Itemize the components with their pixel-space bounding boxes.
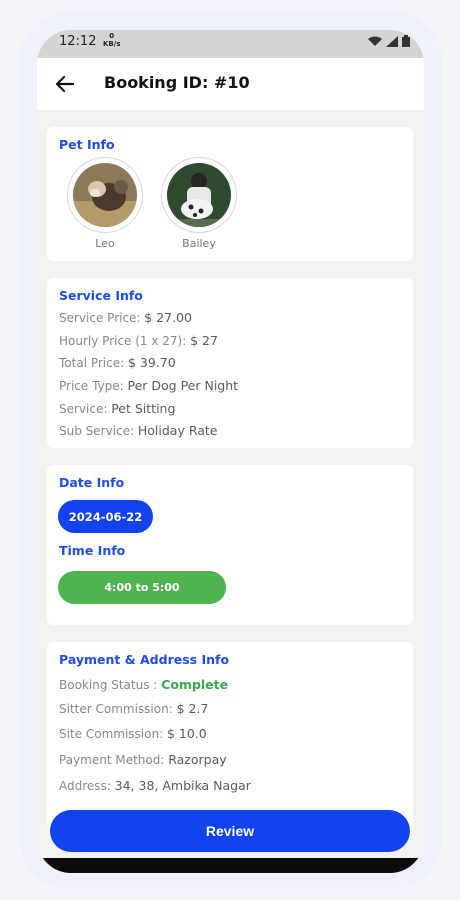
phone-screen: 12:12 0 KB/s Booking ID: #10 Pet Info Le… [37,30,424,873]
service-row: Service: Pet Sitting [59,401,175,416]
site-commission-row: Site Commission: $ 10.0 [59,726,207,741]
service-info-title: Service Info [59,288,143,303]
back-button[interactable] [53,72,77,96]
row-value: 34, 38, Ambika Nagar [114,778,251,793]
total-price-row: Total Price: $ 39.70 [59,355,176,370]
row-value: $ 27.00 [144,310,193,325]
payment-info-title: Payment & Address Info [59,652,230,667]
page-title: Booking ID: #10 [104,73,250,92]
booking-status-row: Booking Status : Complete [59,677,228,692]
network-speed-value: 0 [109,32,115,40]
row-value: Razorpay [168,752,227,767]
address-row: Address: 34, 38, Ambika Nagar [59,778,251,793]
date-info-title: Date Info [59,475,125,490]
pet-info-title: Pet Info [59,137,115,152]
row-label: Price Type: [59,379,128,393]
wifi-icon [368,36,382,46]
sub-service-row: Sub Service: Holiday Rate [59,423,218,438]
date-info-card: Date Info 2024-06-22 Time Info 4:00 to 5… [47,465,413,625]
pet-photo-bailey [167,163,231,227]
row-label: Sub Service: [59,424,138,438]
status-icons [368,35,410,47]
pet-info-card: Pet Info Leo Bailey [47,127,413,261]
row-label: Service Price: [59,311,145,325]
system-nav-bar [37,858,424,873]
network-speed-unit: KB/s [103,40,121,48]
date-chip[interactable]: 2024-06-22 [58,500,153,533]
row-label: Address: [59,779,115,793]
status-time: 12:12 [59,34,97,49]
row-value: $ 2.7 [176,701,209,716]
row-label: Booking Status : [59,678,162,692]
status-value: Complete [161,677,229,692]
service-price-row: Service Price: $ 27.00 [59,310,192,325]
booking-details: Pet Info Leo Bailey Service Info Service… [37,110,424,830]
row-label: Payment Method: [59,753,169,767]
app-bar: Booking ID: #10 [37,58,424,110]
row-label: Total Price: [59,356,128,370]
row-label: Service: [59,402,112,416]
pet-name: Bailey [182,237,216,250]
row-value: $ 27 [190,333,218,348]
row-label: Sitter Commission: [59,702,177,716]
review-button[interactable]: Review [50,810,410,852]
price-type-row: Price Type: Per Dog Per Night [59,378,238,393]
pet-avatar-ring [161,157,237,233]
payment-address-card: Payment & Address Info Booking Status : … [47,642,413,830]
sitter-commission-row: Sitter Commission: $ 2.7 [59,701,208,716]
row-value: Holiday Rate [137,423,218,438]
row-label: Site Commission: [59,727,167,741]
pet-photo-leo [73,163,137,227]
pet-item[interactable]: Leo [67,157,143,250]
hourly-price-row: Hourly Price (1 x 27): $ 27 [59,333,218,348]
row-value: Per Dog Per Night [127,378,239,393]
row-value: Pet Sitting [111,401,176,416]
row-value: $ 39.70 [127,355,176,370]
time-info-title: Time Info [59,543,126,558]
status-bar: 12:12 0 KB/s [37,30,424,58]
cellular-signal-icon [386,35,398,47]
pet-item[interactable]: Bailey [161,157,237,250]
pet-avatar-ring [67,157,143,233]
time-slot-chip[interactable]: 4:00 to 5:00 [58,571,226,604]
service-info-card: Service Info Service Price: $ 27.00 Hour… [47,278,413,448]
back-arrow-icon [55,75,75,93]
pet-name: Leo [95,237,115,250]
payment-method-row: Payment Method: Razorpay [59,752,227,767]
network-speed: 0 KB/s [103,32,120,48]
row-value: $ 10.0 [166,726,207,741]
battery-icon [402,35,410,47]
row-label: Hourly Price (1 x 27): [59,334,191,348]
